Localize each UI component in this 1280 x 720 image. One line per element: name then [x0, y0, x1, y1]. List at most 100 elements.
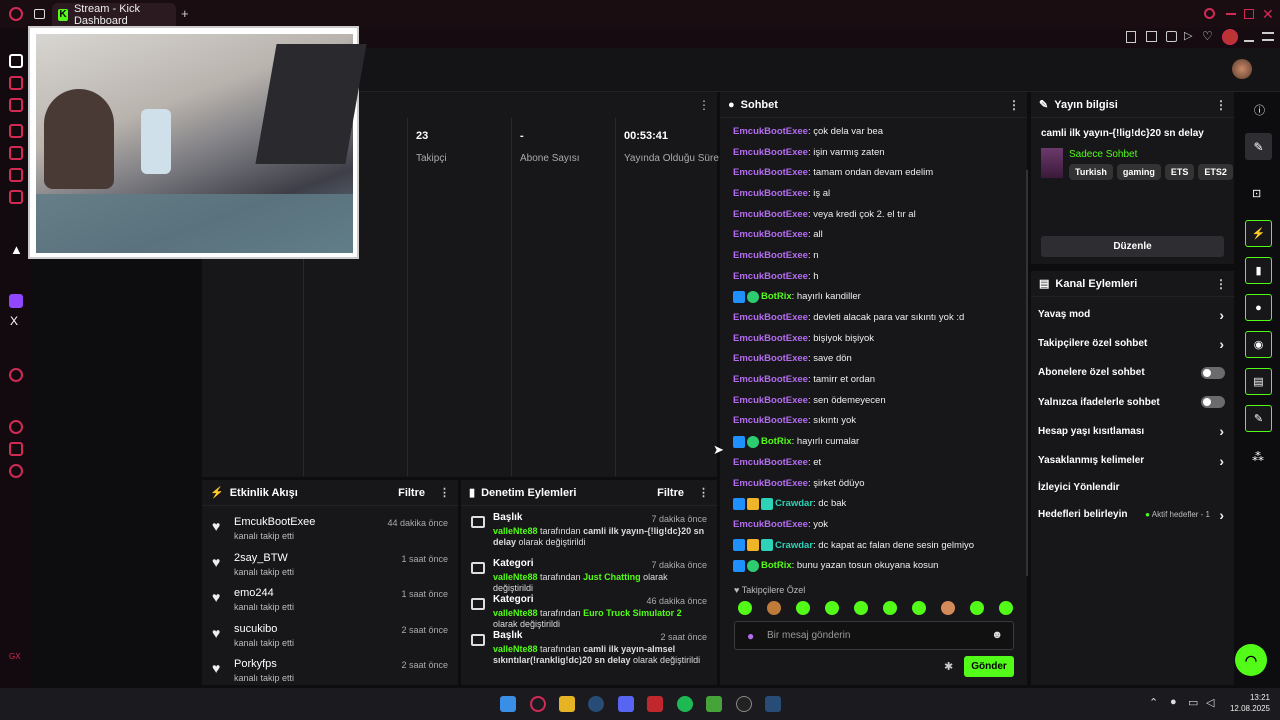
quick-action-lightning-icon[interactable]: ⚡ [1245, 220, 1272, 247]
chevron-right-icon[interactable]: › [1219, 453, 1224, 469]
channel-action-item[interactable]: İzleyici Yönlendir [1031, 475, 1234, 500]
more-options-icon[interactable]: ⋮ [698, 486, 709, 499]
list-item[interactable]: ♥ emo244 kanalı takip etti 1 saat önce [202, 581, 458, 617]
emote-icon[interactable] [796, 601, 810, 615]
profile-avatar[interactable] [1222, 29, 1238, 45]
chat-input[interactable]: ● Bir mesaj gönderin ☻ [734, 621, 1014, 650]
channel-action-item[interactable]: Yalnızca ifadelerle sohbet [1031, 388, 1234, 417]
play-icon[interactable]: ▷ [1184, 29, 1192, 42]
chat-username[interactable]: EmcukBootExee [733, 209, 808, 220]
maximize-icon[interactable] [1244, 9, 1254, 19]
moderator-name[interactable]: valleNte88 [493, 572, 538, 582]
settings-icon[interactable] [9, 464, 23, 478]
discord-icon[interactable] [618, 696, 634, 712]
tab-kick-dashboard[interactable]: K Stream - Kick Dashboard [52, 3, 176, 27]
twitch-icon[interactable] [9, 294, 23, 308]
chat-username[interactable]: BotRix [761, 560, 792, 571]
user-avatar[interactable] [1232, 59, 1252, 79]
channel-action-item[interactable]: Takipçilere özel sohbet › [1031, 329, 1234, 358]
microphone-tray-icon[interactable]: ● [1170, 696, 1177, 708]
list-item[interactable]: ♥ EmcukBootExee kanalı takip etti 44 dakika… [202, 510, 458, 546]
gx-corner-icon[interactable] [9, 190, 23, 204]
aria-icon[interactable] [9, 76, 23, 90]
download-icon[interactable] [1244, 31, 1254, 42]
category-name[interactable]: Sadece Sohbet [1069, 149, 1137, 160]
quick-action-wrench-icon[interactable]: ✎ [1245, 405, 1272, 432]
toggle-switch[interactable] [1201, 366, 1225, 379]
steam-secondary-icon[interactable] [765, 696, 781, 712]
list-item[interactable]: ♥ 2say_BTW kanalı takip etti 1 saat önce [202, 546, 458, 582]
edit-layout-icon[interactable]: ✎ [1245, 133, 1272, 160]
chat-settings-icon[interactable]: ✱ [944, 660, 953, 673]
bookmarks-icon[interactable] [9, 98, 23, 112]
app-red-icon[interactable] [647, 696, 663, 712]
focus-icon[interactable]: ⊡ [1252, 187, 1261, 200]
chat-username[interactable]: EmcukBootExee [733, 333, 808, 344]
clock-date[interactable]: 12.08.2025 [1224, 704, 1270, 713]
chat-username[interactable]: EmcukBootExee [733, 478, 808, 489]
moderation-item[interactable]: Başlık 2 saat önce valleNte88 tarafından c… [461, 624, 717, 670]
obs-icon[interactable] [736, 696, 752, 712]
clock-time[interactable]: 13:21 [1230, 693, 1270, 702]
channel-action-item[interactable]: Hesap yaşı kısıtlaması › [1031, 417, 1234, 446]
microphone-icon[interactable]: ● [747, 629, 754, 643]
chat-username[interactable]: Crawdar [775, 498, 813, 509]
send-button[interactable]: Gönder [964, 656, 1014, 677]
steam-icon[interactable] [588, 696, 604, 712]
moderation-item[interactable]: Kategori 7 dakika önce valleNte88 tarafınd… [461, 552, 717, 593]
chat-username[interactable]: EmcukBootExee [733, 229, 808, 240]
chat-username[interactable]: EmcukBootExee [733, 126, 808, 137]
emote-icon[interactable] [999, 601, 1013, 615]
chat-username[interactable]: EmcukBootExee [733, 188, 808, 199]
support-headset-icon[interactable]: ◠ [1235, 644, 1267, 676]
add-widget-icon[interactable]: ⁂ [1252, 450, 1264, 464]
volume-icon[interactable]: ◁ [1206, 696, 1214, 709]
moderator-name[interactable]: valleNte88 [493, 526, 538, 536]
chevron-right-icon[interactable]: › [1219, 423, 1224, 439]
player-icon[interactable] [9, 368, 23, 382]
emote-icon[interactable] [912, 601, 926, 615]
chat-username[interactable]: BotRix [761, 436, 792, 447]
chevron-right-icon[interactable]: › [1219, 507, 1224, 523]
home-icon[interactable] [9, 54, 23, 68]
moderator-name[interactable]: valleNte88 [493, 644, 538, 654]
chat-username[interactable]: EmcukBootExee [733, 457, 808, 468]
emote-icon[interactable] [738, 601, 752, 615]
info-icon[interactable]: ⓘ [1254, 102, 1265, 118]
new-tab-button[interactable]: + [181, 6, 189, 21]
chat-username[interactable]: EmcukBootExee [733, 271, 808, 282]
chat-username[interactable]: EmcukBootExee [733, 353, 808, 364]
pin-icon[interactable] [1126, 31, 1136, 43]
emote-icon[interactable] [883, 601, 897, 615]
moderation-item[interactable]: Başlık 7 dakika önce valleNte88 tarafından… [461, 506, 717, 552]
game-icon[interactable] [706, 696, 722, 712]
chat-username[interactable]: EmcukBootExee [733, 374, 808, 385]
chat-username[interactable]: EmcukBootExee [733, 415, 808, 426]
more-options-icon[interactable]: ⋮ [1215, 98, 1227, 112]
chevron-right-icon[interactable]: › [1219, 336, 1224, 352]
windows-start-icon[interactable] [500, 696, 516, 712]
emoji-icon[interactable]: ☻ [991, 629, 1003, 641]
quick-action-doc-icon[interactable]: ▮ [1245, 257, 1272, 284]
chat-username[interactable]: Crawdar [775, 540, 813, 551]
vpn-icon[interactable] [1166, 31, 1177, 42]
tab-islands-icon[interactable] [34, 9, 45, 19]
kick-sidebar-icon[interactable]: ▲ [10, 242, 23, 257]
more-options-icon[interactable]: ⋮ [1008, 98, 1020, 112]
quick-action-broadcast-icon[interactable]: ◉ [1245, 331, 1272, 358]
tray-chevron-icon[interactable]: ⌃ [1149, 696, 1158, 709]
network-icon[interactable]: ▭ [1188, 696, 1198, 709]
opera-gx-icon[interactable] [530, 696, 546, 712]
gaming-icon[interactable] [9, 168, 23, 182]
menu-icon[interactable] [1262, 32, 1274, 41]
minimize-icon[interactable] [1226, 13, 1236, 15]
moderation-item[interactable]: Kategori 46 dakika önce valleNte88 tarafın… [461, 588, 717, 629]
bag-icon[interactable] [9, 146, 23, 160]
history-icon[interactable] [9, 124, 23, 138]
chat-scrollbar[interactable] [1026, 170, 1028, 576]
clock-icon[interactable] [9, 420, 23, 434]
edit-button[interactable]: Düzenle [1041, 236, 1224, 257]
file-explorer-icon[interactable] [559, 696, 575, 712]
quick-action-chat-icon[interactable]: ● [1245, 294, 1272, 321]
emote-icon[interactable] [970, 601, 984, 615]
